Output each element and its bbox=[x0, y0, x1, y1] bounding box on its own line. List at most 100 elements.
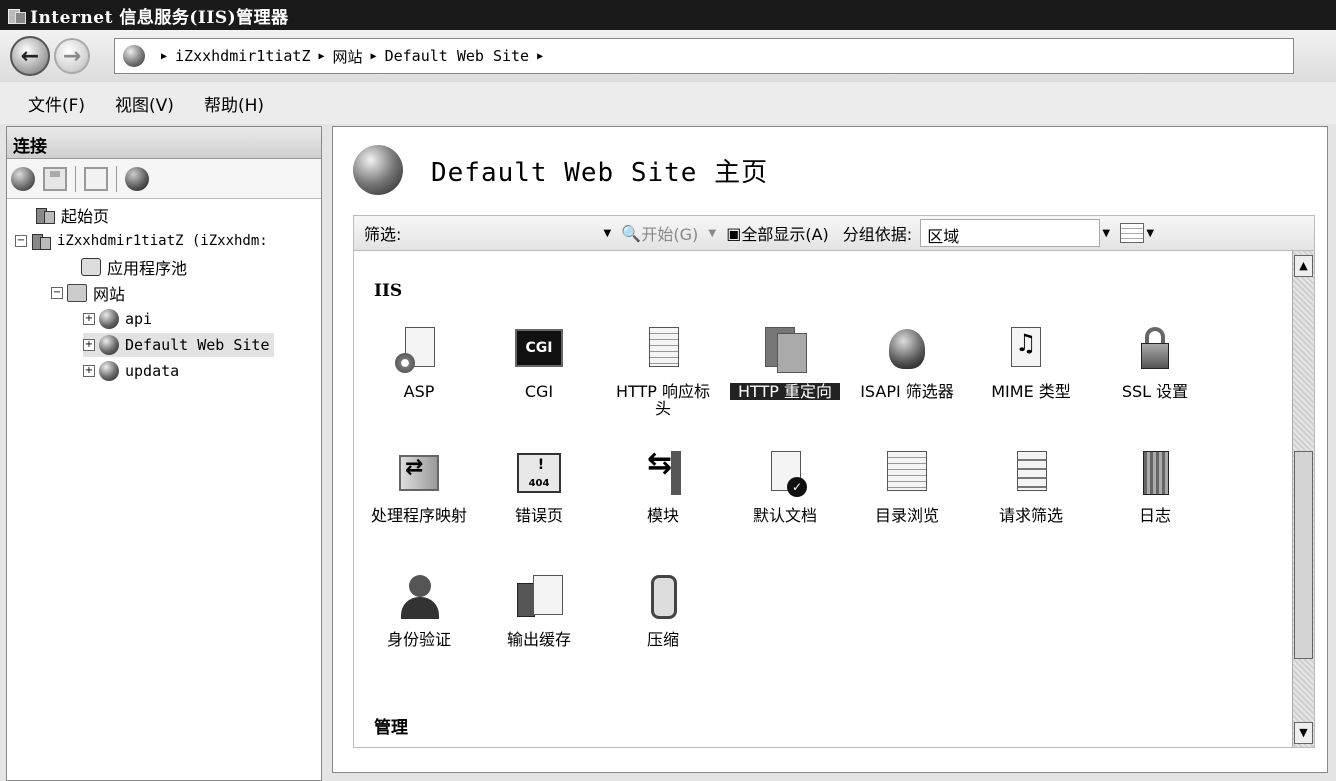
connect-icon[interactable] bbox=[11, 166, 35, 191]
tree-item-sites[interactable]: − 网站 bbox=[51, 281, 125, 305]
view-mode-icon[interactable] bbox=[1120, 223, 1145, 243]
directory-browsing-icon bbox=[883, 449, 931, 497]
back-button[interactable]: ← bbox=[10, 36, 50, 76]
show-all-icon: ▣ bbox=[726, 223, 742, 243]
binoculars-icon: 🔍 bbox=[621, 223, 642, 243]
address-bar[interactable]: ▶ iZxxhdmir1tiatZ ▶ 网站 ▶ Default Web Sit… bbox=[114, 38, 1294, 74]
tree-item-server[interactable]: − iZxxhdmir1tiatZ (iZxxhdm: bbox=[15, 229, 268, 253]
feature-compression[interactable]: 压缩 bbox=[608, 573, 718, 648]
tree-item-start-page[interactable]: 起始页 bbox=[35, 203, 109, 227]
app-pool-icon bbox=[81, 258, 101, 276]
tree-item-app-pools[interactable]: 应用程序池 bbox=[81, 255, 187, 279]
tree-item-site-api[interactable]: + api bbox=[83, 307, 152, 331]
cgi-icon: CGI bbox=[515, 325, 563, 373]
window-title: Internet 信息服务(IIS)管理器 bbox=[30, 7, 289, 28]
feature-label: 处理程序映射 bbox=[370, 506, 467, 525]
isapi-filters-icon bbox=[883, 325, 931, 373]
save-icon[interactable] bbox=[43, 166, 67, 191]
iis-manager-window: Internet 信息服务(IIS)管理器 ← → ▶ iZxxhdmir1ti… bbox=[0, 0, 1336, 781]
breadcrumb-separator-icon: ▶ bbox=[537, 50, 544, 62]
menu-help[interactable]: 帮助(H) bbox=[204, 91, 264, 116]
feature-isapi-filters[interactable]: ISAPI 筛选器 bbox=[852, 325, 962, 400]
site-globe-icon bbox=[99, 309, 119, 329]
feature-label: CGI bbox=[524, 382, 554, 401]
scroll-up-button[interactable]: ▲ bbox=[1294, 255, 1313, 277]
scroll-down-button[interactable]: ▼ bbox=[1294, 722, 1313, 744]
feature-http-response-headers[interactable]: HTTP 响应标头 bbox=[608, 325, 718, 417]
feature-authentication[interactable]: 身份验证 bbox=[364, 573, 474, 648]
expand-icon[interactable]: + bbox=[83, 365, 95, 377]
show-all-button[interactable]: ▣ 全部显示(A) bbox=[726, 221, 829, 245]
compression-icon bbox=[639, 573, 687, 621]
view-mode-dropdown-icon[interactable]: ▼ bbox=[1144, 228, 1156, 239]
feature-label: SSL 设置 bbox=[1121, 382, 1189, 401]
filter-dropdown-icon[interactable]: ▼ bbox=[601, 228, 613, 239]
feature-output-caching[interactable]: 输出缓存 bbox=[484, 573, 594, 648]
section-header-iis: IIS bbox=[374, 281, 403, 301]
menu-bar: 文件(F) 视图(V) 帮助(H) bbox=[0, 82, 1336, 124]
group-by-label: 分组依据: bbox=[842, 225, 913, 244]
feature-handler-mappings[interactable]: ⇄ 处理程序映射 bbox=[364, 449, 474, 524]
feature-label: 错误页 bbox=[514, 506, 563, 525]
tree-item-site-updata[interactable]: + updata bbox=[83, 359, 179, 383]
tree-item-label: 起始页 bbox=[61, 207, 110, 226]
tree-item-label: 网站 bbox=[93, 285, 126, 304]
feature-mime-types[interactable]: ♫ MIME 类型 bbox=[976, 325, 1086, 400]
tree-item-label: Default Web Site bbox=[125, 336, 270, 354]
feature-http-redirect[interactable]: HTTP 重定向 bbox=[730, 325, 840, 400]
menu-view[interactable]: 视图(V) bbox=[115, 91, 174, 116]
start-filter-button[interactable]: 🔍 开始(G) bbox=[621, 221, 698, 245]
feature-cgi[interactable]: CGI CGI bbox=[484, 325, 594, 400]
expand-icon[interactable]: + bbox=[83, 339, 95, 351]
scroll-thumb[interactable] bbox=[1294, 451, 1313, 659]
feature-request-filtering[interactable]: 请求筛选 bbox=[976, 449, 1086, 524]
page-title: Default Web Site 主页 bbox=[431, 157, 769, 188]
group-by-select[interactable]: 区域 bbox=[920, 219, 1101, 247]
filter-input[interactable] bbox=[401, 220, 601, 246]
collapse-icon[interactable]: − bbox=[15, 235, 27, 247]
start-dropdown-icon[interactable]: ▼ bbox=[706, 228, 718, 239]
output-caching-icon bbox=[515, 573, 563, 621]
tree-item-site-default-web-site[interactable]: + Default Web Site bbox=[83, 333, 274, 357]
start-filter-label: 开始(G) bbox=[641, 225, 699, 244]
feature-label: HTTP 响应标头 bbox=[615, 382, 711, 418]
breadcrumb-server[interactable]: iZxxhdmir1tiatZ bbox=[175, 47, 310, 65]
feature-directory-browsing[interactable]: 目录浏览 bbox=[852, 449, 962, 524]
breadcrumb-sites[interactable]: 网站 bbox=[333, 46, 363, 67]
toolbar-divider bbox=[75, 165, 76, 192]
connections-pane: 连接 起始页 − iZxxhdmir1tiatZ (iZxxhdm: 应用程序池 bbox=[6, 126, 322, 781]
request-filtering-icon bbox=[1007, 449, 1055, 497]
feature-label: ISAPI 筛选器 bbox=[860, 382, 954, 401]
tree-item-label: updata bbox=[125, 362, 180, 380]
feature-label: 请求筛选 bbox=[998, 506, 1063, 525]
feature-error-pages[interactable]: 404 错误页 bbox=[484, 449, 594, 524]
error-pages-icon: 404 bbox=[515, 449, 563, 497]
cgi-badge: CGI bbox=[515, 329, 563, 367]
tree-item-label: iZxxhdmir1tiatZ (iZxxhdm: bbox=[57, 233, 268, 249]
forward-arrow-icon: → bbox=[62, 43, 82, 69]
forward-button[interactable]: → bbox=[54, 38, 90, 74]
collapse-icon[interactable]: − bbox=[51, 287, 63, 299]
default-document-icon: ✓ bbox=[761, 449, 809, 497]
feature-logging[interactable]: 日志 bbox=[1100, 449, 1210, 524]
handler-mappings-icon: ⇄ bbox=[395, 449, 443, 497]
feature-label: HTTP 重定向 bbox=[730, 383, 840, 400]
expand-icon[interactable]: + bbox=[83, 313, 95, 325]
start-page-icon bbox=[35, 206, 55, 224]
server-icon bbox=[31, 232, 51, 250]
feature-modules[interactable]: ⇆ 模块 bbox=[608, 449, 718, 524]
menu-file[interactable]: 文件(F) bbox=[28, 91, 85, 116]
show-all-label: 全部显示(A) bbox=[741, 225, 829, 244]
http-response-headers-icon bbox=[639, 325, 687, 373]
feature-label: MIME 类型 bbox=[991, 382, 1071, 401]
site-globe-icon bbox=[353, 145, 403, 195]
up-level-icon[interactable] bbox=[84, 166, 108, 191]
feature-ssl-settings[interactable]: SSL 设置 bbox=[1100, 325, 1210, 400]
feature-default-document[interactable]: ✓ 默认文档 bbox=[730, 449, 840, 524]
feature-asp[interactable]: ASP bbox=[364, 325, 474, 400]
disconnect-icon[interactable] bbox=[125, 166, 149, 191]
vertical-scrollbar[interactable]: ▲ ▼ bbox=[1292, 251, 1314, 747]
iis-app-icon bbox=[6, 6, 26, 24]
group-by-dropdown-icon[interactable]: ▼ bbox=[1100, 228, 1112, 239]
breadcrumb-site[interactable]: Default Web Site bbox=[385, 47, 530, 65]
